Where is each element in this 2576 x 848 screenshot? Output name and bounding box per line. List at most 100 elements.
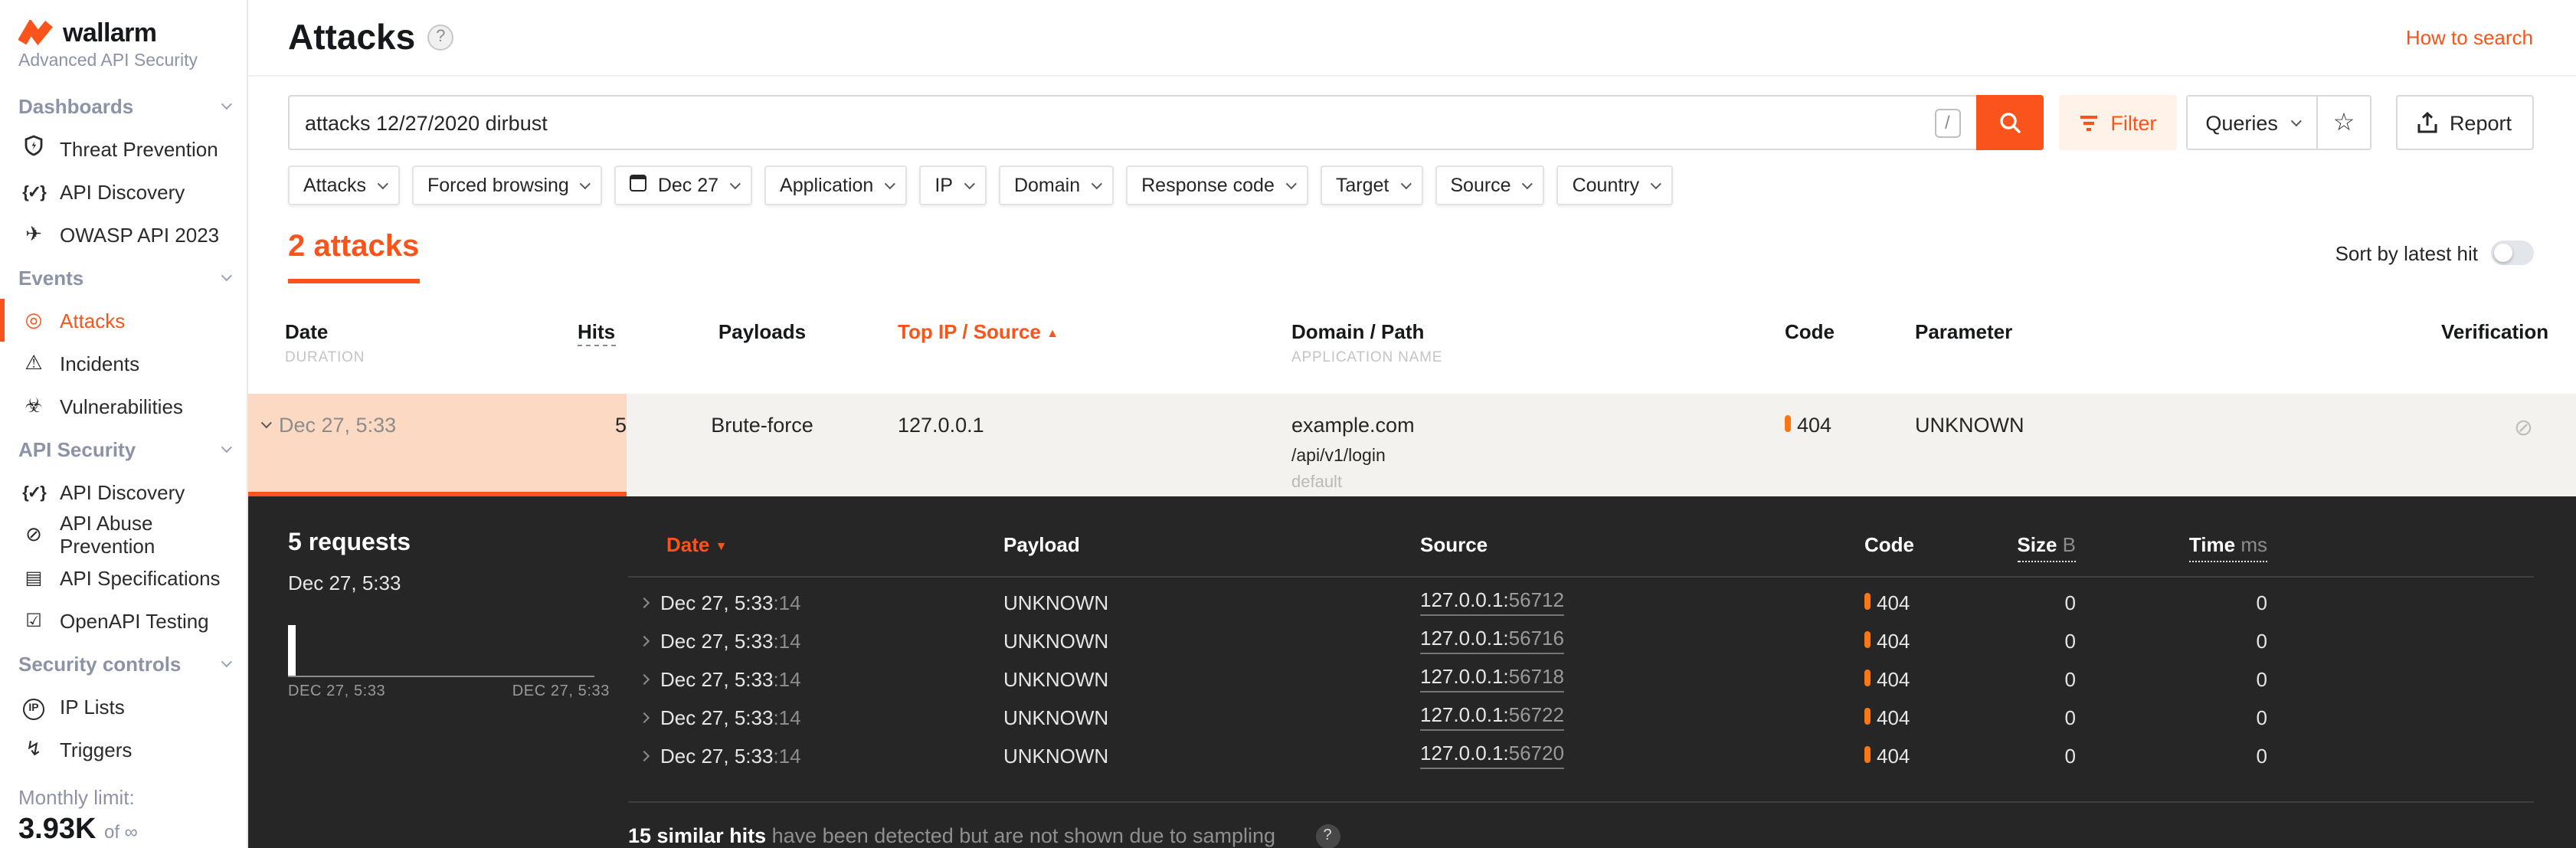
attack-path[interactable]: /api/v1/login [1291,447,1785,466]
sort-by-latest-hit: Sort by latest hit [2335,241,2533,283]
source-link[interactable]: 127.0.0.1:56718 [1420,665,1564,692]
source-port: 56712 [1508,588,1564,611]
attack-date-cell[interactable]: Dec 27, 5:33 [248,414,578,437]
attack-top-ip[interactable]: 127.0.0.1 [898,414,1291,437]
request-date-text: Dec 27, 5:33:14 [660,667,801,690]
queries-label: Queries [2205,111,2278,134]
sidebar-item-incidents[interactable]: ⚠ Incidents [0,342,247,385]
col-parameter[interactable]: Parameter [1915,320,2244,343]
col-code[interactable]: Code [1785,320,1915,343]
chevron-down-icon [580,178,591,189]
request-size: 0 [2064,591,2076,614]
how-to-search-link[interactable]: How to search [2406,26,2533,49]
chevron-down-icon [221,441,232,453]
filter-chip-application[interactable]: Application [764,165,908,205]
request-row[interactable]: Dec 27, 5:33:14 UNKNOWN 127.0.0.1:56720 404… [628,736,2533,774]
brand-block[interactable]: wallarm Advanced API Security [0,0,247,70]
sidebar-item-api-specifications[interactable]: ▤ API Specifications [0,556,247,599]
col-verification[interactable]: Verification [2441,320,2548,343]
filter-chip-domain[interactable]: Domain [998,165,1115,205]
request-date[interactable]: Dec 27, 5:33:14 [628,591,1003,614]
source-link[interactable]: 127.0.0.1:56716 [1420,627,1564,654]
filter-chip-dec-27[interactable]: Dec 27 [614,165,753,205]
shield-icon [21,135,46,162]
source-port: 56718 [1508,665,1564,688]
chevron-down-icon [260,417,272,429]
col-top-ip-source[interactable]: Top IP / Source ▲ [898,320,1291,343]
sidebar-item-api-discovery[interactable]: {✓} API Discovery [0,470,247,513]
sort-toggle[interactable] [2490,241,2533,265]
chevron-down-icon [729,178,741,189]
req-col-time[interactable]: Time ms [2076,533,2267,562]
request-date-text: Dec 27, 5:33:14 [660,591,801,614]
sidebar-item-openapi-testing[interactable]: ☑ OpenAPI Testing [0,599,247,642]
sidebar-section-security-controls[interactable]: Security controls [0,642,247,685]
source-link[interactable]: 127.0.0.1:56720 [1420,742,1564,769]
help-icon[interactable]: ? [427,25,454,51]
sidebar-item-threat-prevention[interactable]: Threat Prevention [0,127,247,170]
filter-chip-response-code[interactable]: Response code [1126,165,1308,205]
req-col-payload[interactable]: Payload [1003,533,1420,556]
col-duration: DURATION [285,349,365,366]
sidebar-item-vulnerabilities[interactable]: ☣ Vulnerabilities [0,385,247,427]
col-domain-path[interactable]: Domain / Path APPLICATION NAME [1291,320,1785,366]
col-application-name: APPLICATION NAME [1291,349,1443,366]
req-col-date[interactable]: Date ▼ [628,533,1003,556]
sort-asc-icon: ▲ [1046,326,1059,340]
verification-disabled-icon[interactable]: ⊘ [2441,414,2533,441]
col-payloads[interactable]: Payloads [627,320,898,343]
attack-row-expanded[interactable]: Dec 27, 5:33 5 Brute-force 127.0.0.1 exa… [248,394,2576,496]
filter-chip-forced-browsing[interactable]: Forced browsing [412,165,603,205]
request-size: 0 [2064,744,2076,767]
section-label: Dashboards [18,94,134,117]
search-button[interactable] [1975,95,2044,150]
col-date[interactable]: Date DURATION [248,320,578,366]
sidebar-item-api-abuse-prevention[interactable]: ⊘ API Abuse Prevention [0,512,247,558]
attack-domain[interactable]: example.com [1291,414,1785,437]
warning-triangle-icon: ⚠ [25,351,43,374]
request-date[interactable]: Dec 27, 5:33:14 [628,706,1003,728]
sort-label: Sort by latest hit [2335,241,2478,264]
request-row[interactable]: Dec 27, 5:33:14 UNKNOWN 127.0.0.1:56718 404… [628,660,2533,698]
report-button[interactable]: Report [2395,95,2533,150]
sidebar-item-ip-lists[interactable]: IP IP Lists [0,685,247,728]
favorite-query-button[interactable]: ☆ [2317,97,2370,149]
filter-chip-ip[interactable]: IP [919,165,987,205]
request-row[interactable]: Dec 27, 5:33:14 UNKNOWN 127.0.0.1:56712 404… [628,583,2533,621]
sidebar-item-attacks[interactable]: ◎ Attacks [0,299,247,342]
sidebar-section-events[interactable]: Events [0,256,247,299]
sidebar-item-api-discovery[interactable]: {✓} API Discovery [0,170,247,213]
req-col-source[interactable]: Source [1420,533,1864,556]
filter-chip-attacks[interactable]: Attacks [288,165,400,205]
request-row[interactable]: Dec 27, 5:33:14 UNKNOWN 127.0.0.1:56716 404… [628,621,2533,660]
sidebar-item-owasp-api-2023[interactable]: ✈ OWASP API 2023 [0,213,247,256]
sidebar-item-triggers[interactable]: ↯ Triggers [0,728,247,771]
chevron-down-icon [885,178,896,189]
filter-button[interactable]: Filter [2058,95,2177,150]
filter-chip-source[interactable]: Source [1435,165,1545,205]
search-input[interactable] [305,111,1935,134]
queries-dropdown[interactable]: Queries [2187,97,2318,149]
filter-chip-target[interactable]: Target [1320,165,1423,205]
report-label: Report [2449,111,2512,134]
sidebar-nav: Dashboards Threat Prevention {✓} API Discov… [0,84,247,771]
col-hits[interactable]: Hits [578,320,627,346]
source-link[interactable]: 127.0.0.1:56722 [1420,703,1564,731]
request-date[interactable]: Dec 27, 5:33:14 [628,744,1003,767]
req-col-size[interactable]: Size B [1992,533,2076,562]
req-col-code[interactable]: Code [1864,533,1992,556]
sidebar-section-api-security[interactable]: API Security [0,427,247,470]
sampling-help-icon[interactable]: ? [1315,823,1340,848]
request-date[interactable]: Dec 27, 5:33:14 [628,667,1003,690]
sidebar-section-dashboards[interactable]: Dashboards [0,84,247,127]
sampling-text: have been detected but are not shown due… [766,824,1276,847]
chevron-right-icon [638,673,650,685]
attacks-table-header: Date DURATION Hits Payloads Top IP / Sou… [248,320,2576,366]
source-link[interactable]: 127.0.0.1:56712 [1420,588,1564,616]
request-date[interactable]: Dec 27, 5:33:14 [628,629,1003,652]
filter-chip-country[interactable]: Country [1556,165,1674,205]
request-row[interactable]: Dec 27, 5:33:14 UNKNOWN 127.0.0.1:56722 404… [628,698,2533,736]
monthly-limit: Monthly limit: 3.93K of ∞ [0,774,247,847]
chevron-down-icon [964,178,975,189]
brand-subtitle: Advanced API Security [18,52,198,70]
